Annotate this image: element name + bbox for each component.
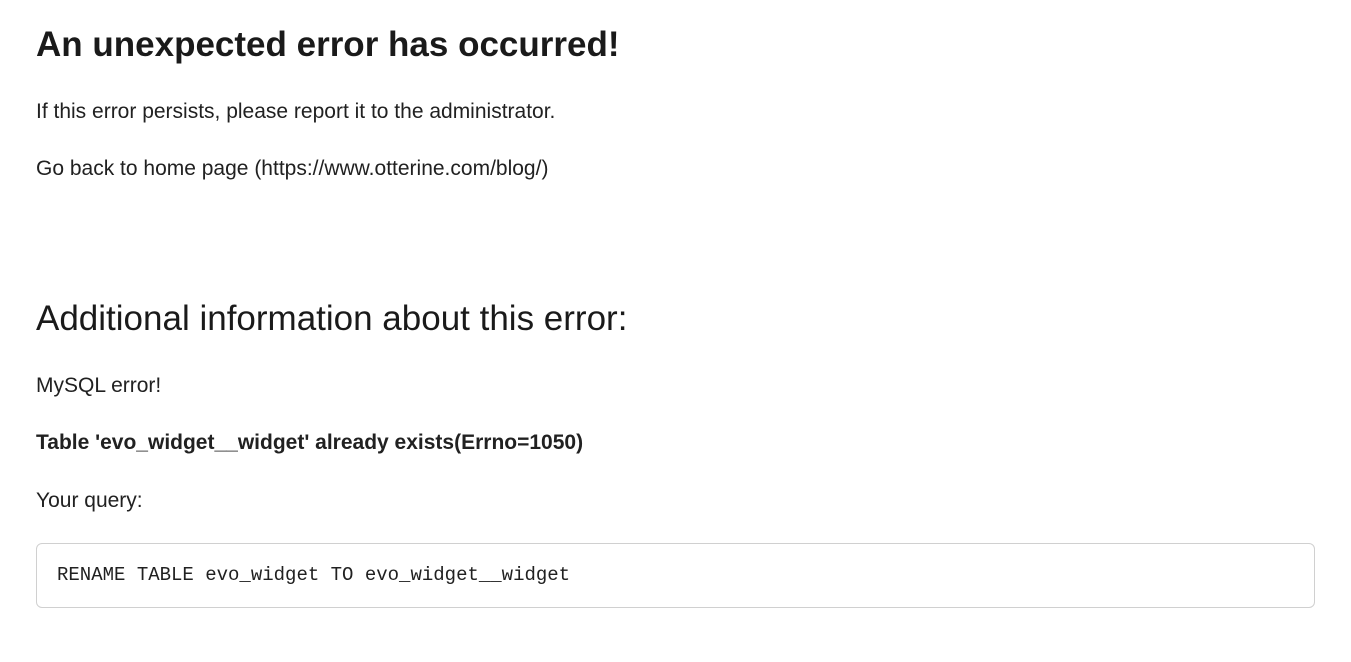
go-back-url: (https://www.otterine.com/blog/) bbox=[248, 157, 548, 180]
go-back-prefix: Go back to bbox=[36, 157, 143, 180]
query-label: Your query: bbox=[36, 486, 1315, 515]
go-back-line: Go back to home page (https://www.otteri… bbox=[36, 154, 1315, 183]
home-page-link[interactable]: home page bbox=[143, 157, 248, 180]
additional-info-heading: Additional information about this error: bbox=[36, 294, 1315, 343]
error-persist-message: If this error persists, please report it… bbox=[36, 97, 1315, 126]
db-error-detail: Table 'evo_widget__widget' already exist… bbox=[36, 428, 1315, 457]
db-error-label: MySQL error! bbox=[36, 371, 1315, 400]
query-text: RENAME TABLE evo_widget TO evo_widget__w… bbox=[36, 543, 1315, 608]
error-title: An unexpected error has occurred! bbox=[36, 20, 1315, 69]
